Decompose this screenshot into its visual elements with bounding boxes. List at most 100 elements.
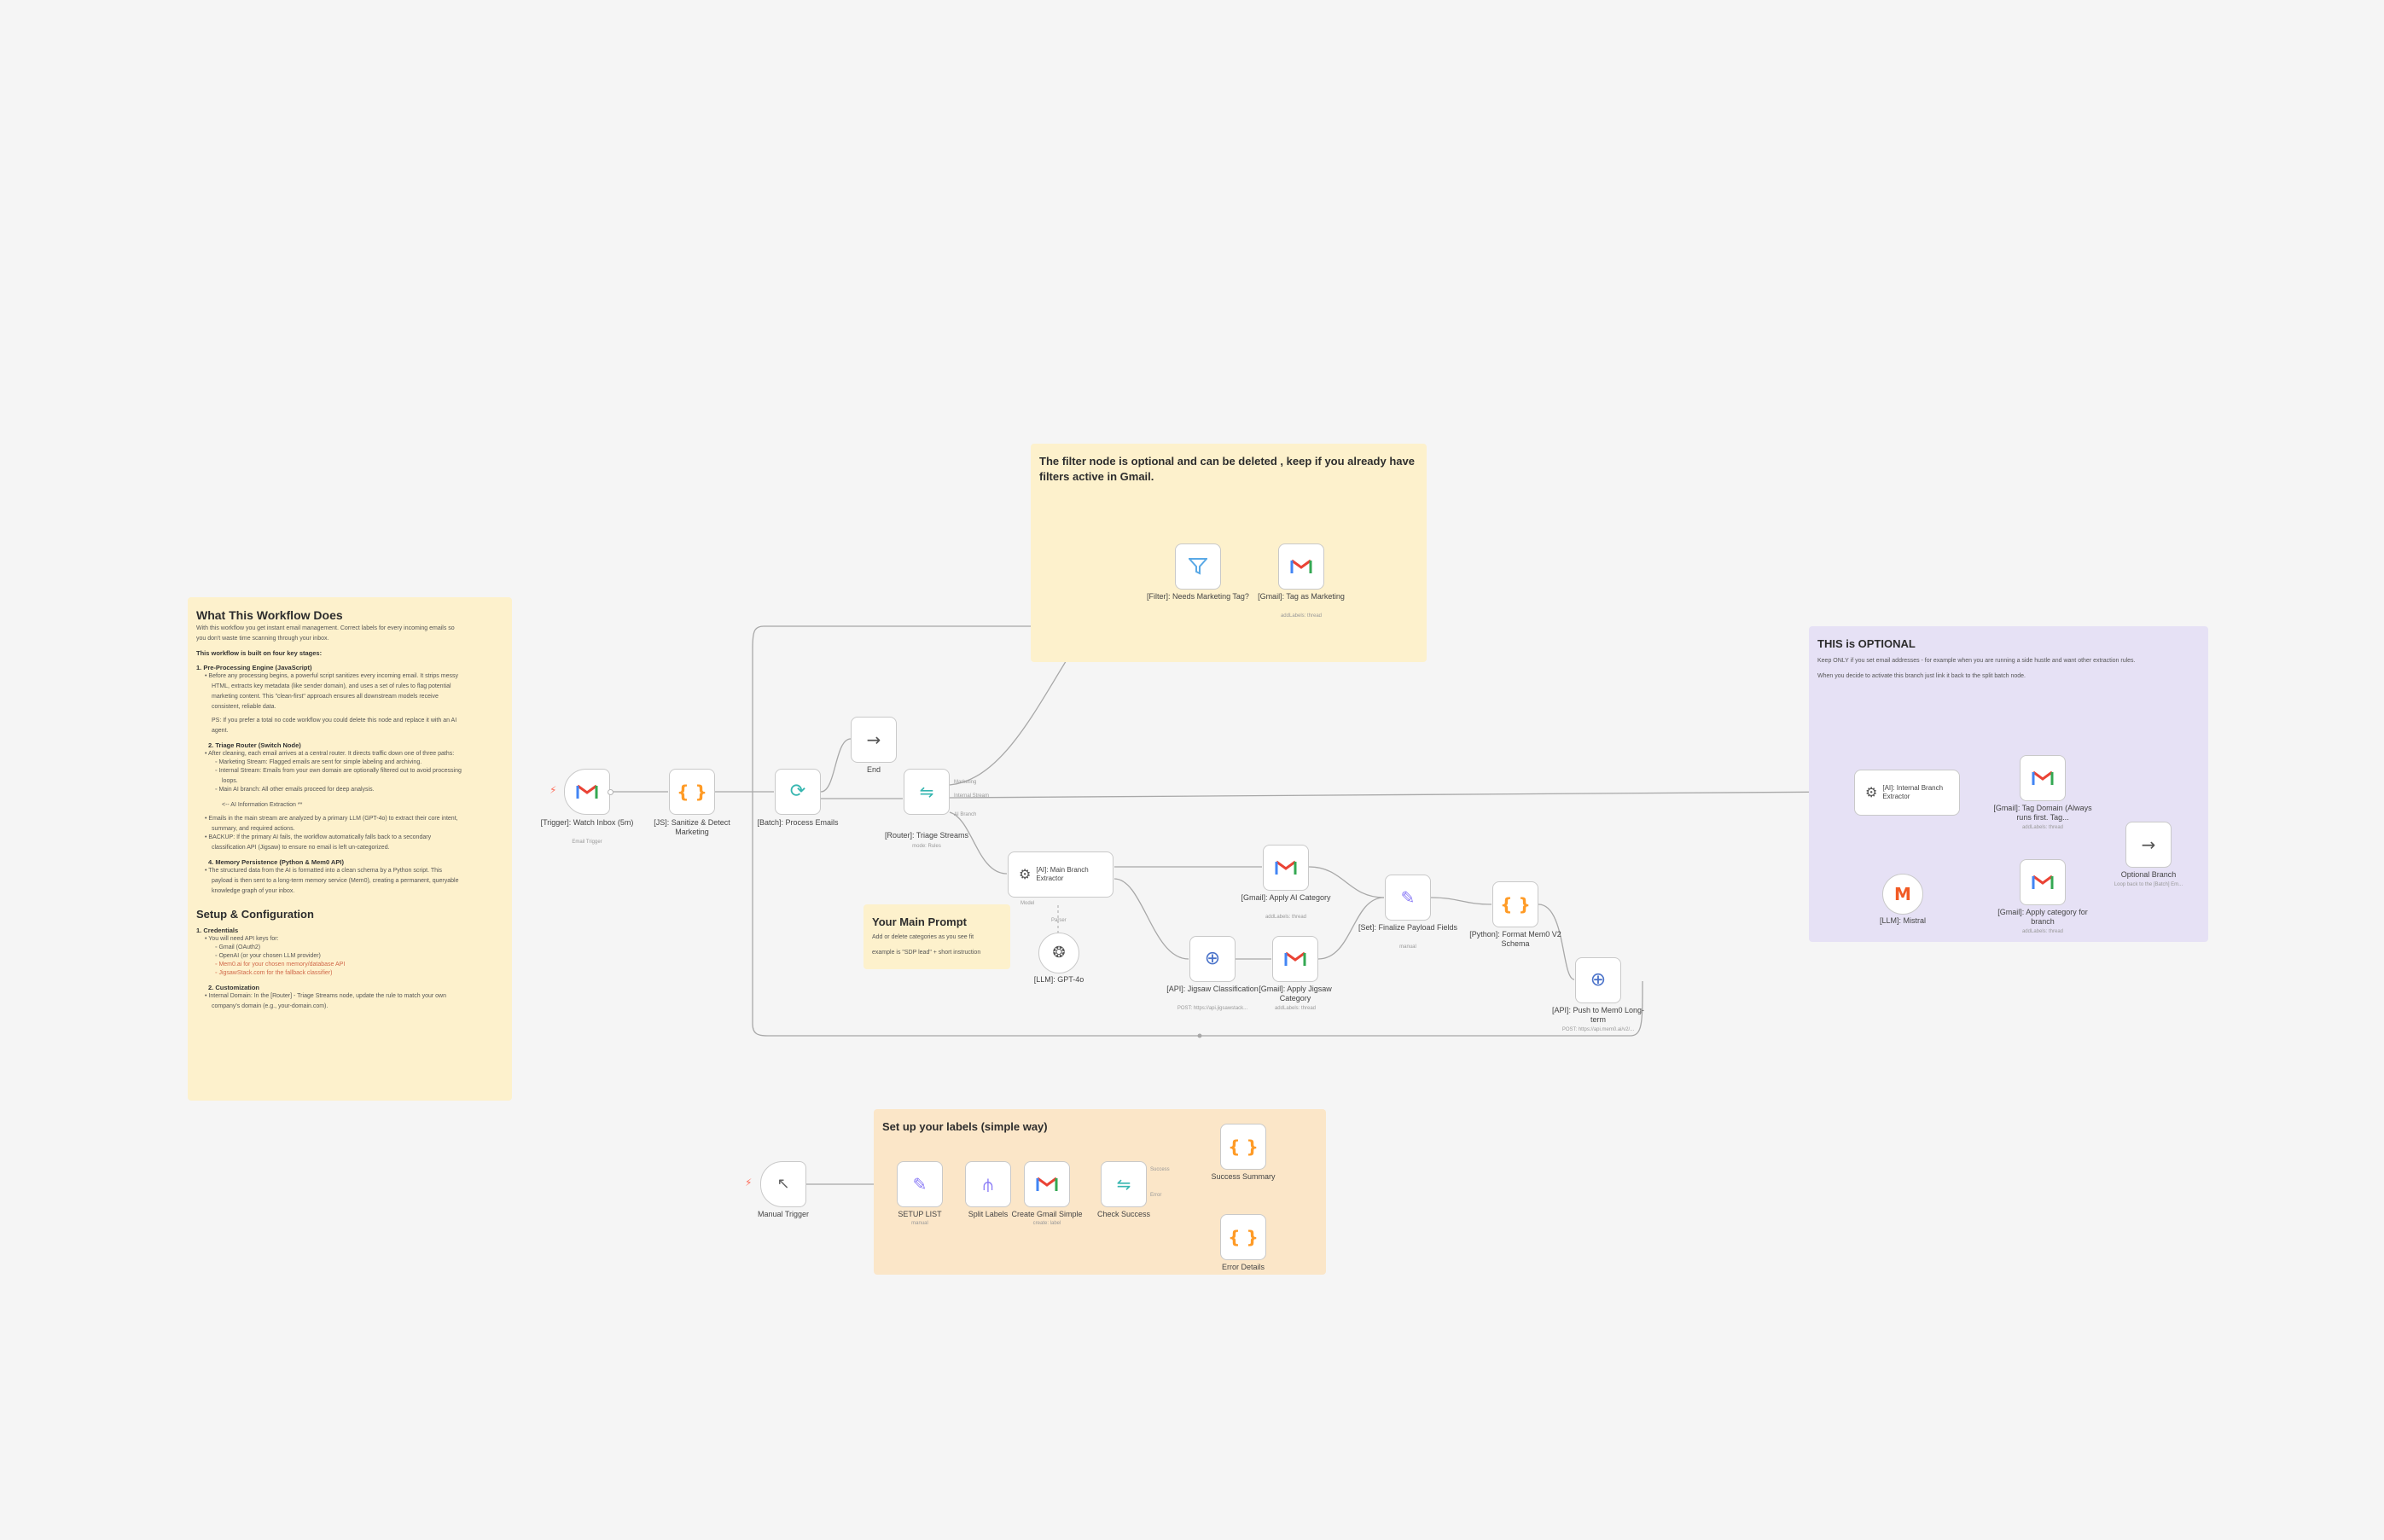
node-subtitle: Loop back to the [Batch] Em... <box>2114 882 2183 887</box>
arrow-right-icon: → <box>866 729 881 750</box>
node-manual-trigger[interactable]: ↖ <box>760 1161 806 1207</box>
robot-agent-icon: ⚙ <box>1865 784 1878 800</box>
sticky-heading: 1. Pre-Processing Engine (JavaScript) <box>196 664 312 671</box>
node-gmail-apply-branch[interactable] <box>2020 859 2066 905</box>
node-trigger-watch-inbox[interactable] <box>564 769 610 815</box>
node-end[interactable]: → <box>851 717 897 763</box>
sticky-sub-bullet: Main AI branch: All other emails proceed… <box>215 786 503 794</box>
node-success-summary[interactable]: { } <box>1220 1124 1266 1170</box>
sticky-text: Keep ONLY if you set email addresses - f… <box>1817 658 2136 664</box>
node-label: [AI]: Internal Branch Extractor <box>1882 784 1944 800</box>
workflow-canvas[interactable]: What This Workflow Does With this workfl… <box>0 0 2384 1540</box>
node-batch-process-emails[interactable]: ⟳ <box>775 769 821 815</box>
trigger-bolt-icon: ⚡ <box>549 784 557 796</box>
sticky-bullet: Internal Domain: In the [Router] - Triag… <box>205 992 503 1001</box>
sticky-text: loops. <box>222 778 238 784</box>
wire-label: Parser <box>1051 918 1067 923</box>
funnel-icon <box>1189 558 1207 575</box>
sticky-section-title: Setup & Configuration <box>196 908 314 921</box>
node-gmail-tag-domain[interactable] <box>2020 755 2066 801</box>
sticky-text: classification API (Jigsaw) to ensure no… <box>212 845 390 851</box>
gmail-icon <box>576 784 598 799</box>
pencil-icon: ✎ <box>1400 887 1416 908</box>
node-label: [Trigger]: Watch Inbox (5m) <box>540 818 634 827</box>
sticky-title: What This Workflow Does <box>196 608 343 622</box>
node-ai-internal-extractor[interactable]: ⚙ [AI]: Internal Branch Extractor <box>1854 770 1960 816</box>
sticky-bullet: Emails in the main stream are analyzed b… <box>205 815 503 823</box>
sticky-text: When you decide to activate this branch … <box>1817 673 2026 679</box>
sticky-text: knowledge graph of your inbox. <box>212 888 295 894</box>
wire-label: Error <box>1150 1193 1162 1198</box>
node-subtitle: manual <box>1399 944 1416 950</box>
loop-arrows-icon: ⟳ <box>789 781 806 802</box>
node-create-gmail-label[interactable] <box>1024 1161 1070 1207</box>
node-subtitle: manual <box>911 1221 928 1226</box>
node-label: [JS]: Sanitize & Detect Marketing <box>654 818 730 836</box>
sticky-text: <-- AI Information Extraction ** <box>222 802 303 808</box>
node-label: Check Success <box>1096 1210 1151 1218</box>
code-braces-icon: { } <box>1228 1227 1259 1247</box>
sticky-note-main-prompt[interactable]: Your Main Prompt Add or delete categorie… <box>863 904 1010 969</box>
node-ai-main-extractor[interactable]: ⚙ [AI]: Main Branch Extractor <box>1008 851 1114 898</box>
sticky-note-workflow-description[interactable]: What This Workflow Does With this workfl… <box>188 597 512 1101</box>
node-api-push-mem0[interactable]: ⊕ <box>1575 957 1621 1003</box>
node-python-format-mem0[interactable]: { } <box>1492 881 1538 927</box>
node-api-jigsaw[interactable]: ⊕ <box>1189 936 1236 982</box>
node-set-finalize-payload[interactable]: ✎ <box>1385 875 1431 921</box>
gmail-icon <box>1275 860 1297 875</box>
sticky-heading: 1. Credentials <box>196 927 239 934</box>
sticky-heading: 2. Customization <box>208 984 260 991</box>
node-filter-marketing-tag[interactable] <box>1175 543 1221 590</box>
node-optional-branch[interactable]: → <box>2125 822 2172 868</box>
sticky-heading: This workflow is built on four key stage… <box>196 649 323 657</box>
sticky-bullet: Before any processing begins, a powerful… <box>205 672 503 681</box>
node-subtitle: addLabels: thread <box>1274 1006 1317 1011</box>
sticky-bullet: After cleaning, each email arrives at a … <box>205 750 503 758</box>
sticky-title: THIS is OPTIONAL <box>1817 637 1916 650</box>
node-label: [Set]: Finalize Payload Fields <box>1358 923 1458 932</box>
node-gmail-tag-marketing[interactable] <box>1278 543 1324 590</box>
node-label: [Gmail]: Apply Jigsaw Category <box>1259 985 1332 1002</box>
node-error-details[interactable]: { } <box>1220 1214 1266 1260</box>
wire-label: Success <box>1150 1167 1170 1172</box>
wire-main-to-jigsaw <box>1114 878 1189 960</box>
node-subtitle: addLabels: thread <box>1280 613 1323 619</box>
node-js-sanitize[interactable]: { } <box>669 769 715 815</box>
openai-icon: ❂ <box>1052 944 1066 962</box>
node-llm-mistral[interactable]: M <box>1882 874 1923 915</box>
sticky-bullet: The structured data from the AI is forma… <box>205 867 503 875</box>
node-subtitle: addLabels: thread <box>1265 915 1307 920</box>
sticky-heading: 2. Triage Router (Switch Node) <box>208 741 301 749</box>
node-llm-gpt4o[interactable]: ❂ <box>1038 933 1079 973</box>
node-subtitle: create: label <box>1032 1221 1061 1226</box>
sticky-heading: 4. Memory Persistence (Python & Mem0 API… <box>208 858 344 866</box>
wire-router-to-internal <box>949 791 1854 799</box>
sticky-note-filter-optional[interactable]: The filter node is optional and can be d… <box>1031 444 1427 662</box>
node-label: [Gmail]: Tag as Marketing <box>1258 592 1345 601</box>
node-router-triage[interactable]: ⇋ <box>904 769 950 815</box>
node-label: [LLM]: Mistral <box>1879 916 1926 925</box>
pencil-icon: ✎ <box>912 1174 927 1194</box>
gmail-icon <box>2032 875 2054 889</box>
node-setup-list[interactable]: ✎ <box>897 1161 943 1207</box>
globe-icon: ⊕ <box>1204 948 1221 969</box>
split-icon: ⫛ <box>983 1174 993 1194</box>
node-check-success[interactable]: ⇋ <box>1101 1161 1147 1207</box>
wire-label: Internal Stream <box>954 793 990 799</box>
node-gmail-apply-jigsaw[interactable] <box>1272 936 1318 982</box>
signpost-icon: ⇋ <box>1116 1174 1131 1194</box>
sticky-text: Add or delete categories as you see fit <box>872 934 974 940</box>
sticky-text: consistent, reliable data. <box>212 704 276 710</box>
wire-label: Model <box>1020 901 1035 906</box>
node-label: [Batch]: Process Emails <box>757 818 839 827</box>
sticky-text: agent. <box>212 728 229 734</box>
sticky-sub-bullet: Gmail (OAuth2) <box>215 944 503 952</box>
node-split-labels[interactable]: ⫛ <box>965 1161 1011 1207</box>
gmail-icon <box>1290 559 1312 573</box>
sticky-sub-bullet: OpenAI (or your chosen LLM provider) <box>215 952 503 961</box>
node-label: [Python]: Format Mem0 V2 Schema <box>1469 930 1561 948</box>
node-subtitle: Email Trigger <box>572 840 602 845</box>
node-label: Error Details <box>1221 1263 1265 1271</box>
node-gmail-apply-ai-category[interactable] <box>1263 845 1309 891</box>
sticky-title: The filter node is optional and can be d… <box>1039 455 1415 483</box>
